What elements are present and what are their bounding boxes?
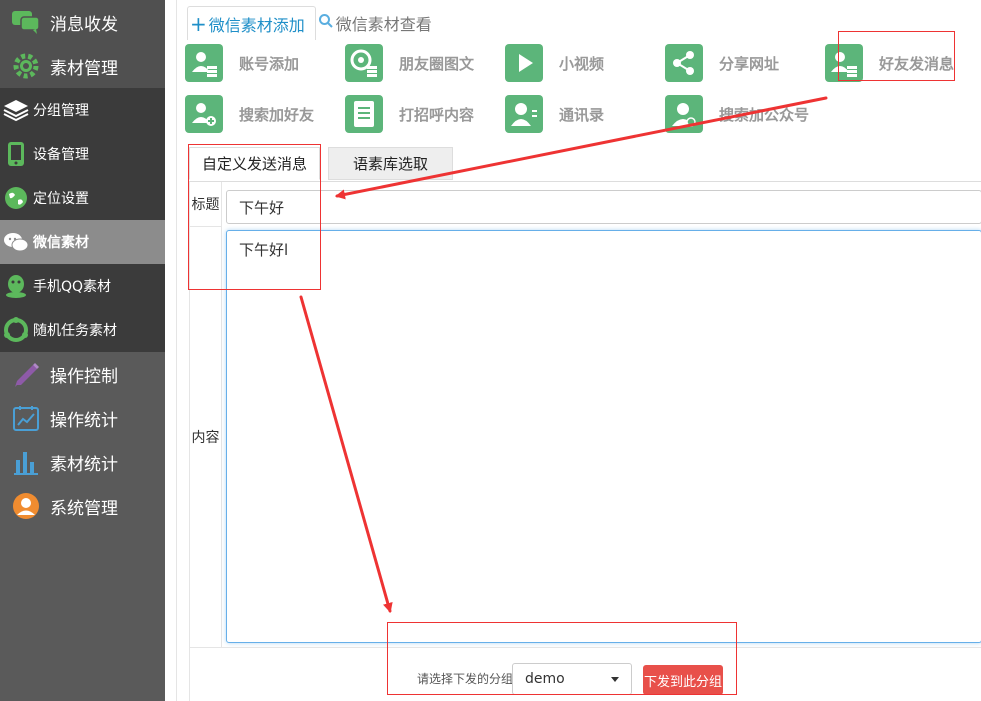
contacts-icon [505,95,543,133]
tab-corpus-library[interactable]: 语素库选取 [328,147,454,180]
sidebar-item-label: 设备管理 [33,147,89,163]
sidebar-item-label: 操作控制 [50,366,118,387]
phone-icon [2,140,30,168]
title-label: 标题 [189,182,222,227]
tab-wechat-material-add[interactable]: + 微信素材添加 [187,6,316,40]
send-to-group-button[interactable]: 下发到此分组 [643,665,723,695]
caret-down-icon [611,677,619,682]
sidebar-item-wechat-materials[interactable]: 微信素材 [0,220,165,264]
sidebar-item-qq-materials[interactable]: 手机QQ素材 [0,264,165,308]
sidebar-item-label: 手机QQ素材 [33,279,112,295]
tab-custom-message[interactable]: 自定义发送消息 [189,147,321,180]
bar-chart-icon [10,446,42,478]
play-icon [505,44,543,82]
tool-contacts[interactable]: 通讯录 [505,95,604,133]
account-add-icon [185,44,223,82]
tool-share-url[interactable]: 分享网址 [665,44,779,82]
sidebar-item-messages[interactable]: 消息收发 [0,0,165,44]
sidebar-item-label: 素材管理 [50,58,118,79]
sidebar-item-system[interactable]: 系统管理 [0,484,165,528]
message-source-tabs: 自定义发送消息 语素库选取 [189,147,461,180]
sidebar-item-material-stats[interactable]: 素材统计 [0,440,165,484]
sidebar-item-random-task[interactable]: 随机任务素材 [0,308,165,352]
tool-greeting-content[interactable]: 打招呼内容 [345,95,474,133]
tool-short-video[interactable]: 小视频 [505,44,604,82]
group-select-label: 请选择下发的分组 [417,672,514,686]
search-icon [318,13,334,33]
line-chart-icon [10,402,42,434]
sidebar: 消息收发 素材管理 分组管理 设备管理 定位设置 微信素材 手机QQ素材 随机任… [0,0,165,701]
sidebar-item-materials[interactable]: 素材管理 [0,44,165,88]
sidebar-item-operation-stats[interactable]: 操作统计 [0,396,165,440]
globe-icon [2,184,30,212]
share-icon [665,44,703,82]
sidebar-item-devices[interactable]: 设备管理 [0,132,165,176]
sidebar-item-location[interactable]: 定位设置 [0,176,165,220]
tool-friend-message[interactable]: 好友发消息 [825,44,954,82]
user-circle-icon [10,490,42,522]
search-add-friend-icon [185,95,223,133]
qq-icon [2,272,30,300]
title-input[interactable] [226,190,981,224]
group-select[interactable]: demo [512,663,632,695]
friend-message-icon [825,44,863,82]
sidebar-item-label: 系统管理 [50,498,118,519]
content-label: 内容 [189,227,222,647]
wechat-icon [2,228,30,256]
tool-moments[interactable]: 朋友圈图文 [345,44,474,82]
pencil-icon [10,358,42,390]
moments-icon [345,44,383,82]
sidebar-item-label: 素材统计 [50,454,118,475]
random-icon [2,316,30,344]
sidebar-item-label: 微信素材 [33,235,89,251]
message-form: 标题 内容 下午好l 请选择下发的分组 demo 下发到此分组 [189,181,981,701]
content-textarea[interactable]: 下午好l [226,230,981,643]
sidebar-item-groups[interactable]: 分组管理 [0,88,165,132]
tool-search-add-friend[interactable]: 搜索加好友 [185,95,314,133]
chat-bubbles-icon [10,6,42,38]
gear-icon [10,50,42,82]
tool-search-official-account[interactable]: 搜索加公众号 [665,95,809,133]
top-tab-bar: + 微信素材添加 微信素材查看 [187,6,442,40]
document-icon [345,95,383,133]
sidebar-item-operation-control[interactable]: 操作控制 [0,352,165,396]
sidebar-item-label: 定位设置 [33,191,89,207]
group-select-value: demo [525,671,565,687]
main-content: + 微信素材添加 微信素材查看 账号添加 朋友圈图文 小视频 分享网址 好友发消… [176,0,981,701]
sidebar-item-label: 消息收发 [50,14,118,35]
sidebar-item-label: 分组管理 [33,103,89,119]
plus-icon: + [190,11,207,36]
sidebar-item-label: 操作统计 [50,410,118,431]
send-bar: 请选择下发的分组 demo 下发到此分组 [189,647,981,701]
layers-icon [2,96,30,124]
tab-wechat-material-view[interactable]: 微信素材查看 [316,6,442,40]
sidebar-item-label: 随机任务素材 [33,323,117,339]
search-official-account-icon [665,95,703,133]
tool-account-add[interactable]: 账号添加 [185,44,299,82]
